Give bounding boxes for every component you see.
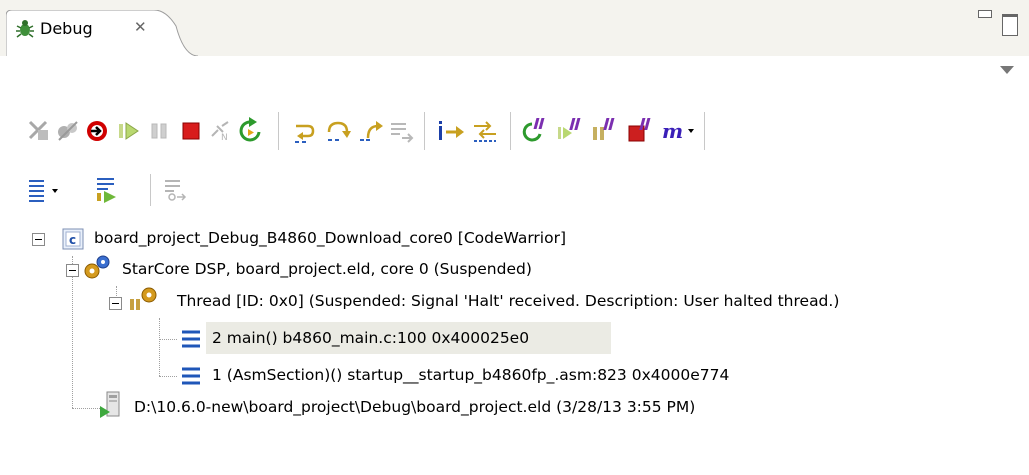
tree-connector: [72, 256, 74, 408]
svg-text:c: c: [69, 233, 76, 247]
connect-icon[interactable]: [84, 118, 110, 144]
toolbar-separator: [510, 112, 511, 150]
svg-text:N: N: [221, 133, 228, 143]
collapse-toggle[interactable]: [66, 264, 79, 277]
step-over-icon[interactable]: [325, 118, 351, 144]
tree-node-frame-asm[interactable]: 1 (AsmSection)() startup__startup_b4860f…: [212, 366, 729, 384]
tree-node-process[interactable]: D:\10.6.0-new\board_project\Debug\board_…: [134, 398, 695, 416]
multicore-restart-icon[interactable]: [590, 116, 616, 142]
step-into-icon[interactable]: [292, 118, 318, 144]
use-step-filters-icon[interactable]: [470, 118, 496, 144]
multicore-resume-icon[interactable]: [520, 116, 546, 142]
debug-view-layout-icon[interactable]: [26, 176, 66, 202]
debug-bug-icon: [14, 18, 36, 40]
suspend-icon[interactable]: [147, 118, 173, 144]
restart-icon[interactable]: [237, 116, 263, 142]
collapse-toggle[interactable]: [109, 297, 122, 310]
tree-node-frame-main[interactable]: 2 main() b4860_main.c:100 0x400025e0: [212, 329, 529, 347]
step-return-icon[interactable]: [358, 118, 384, 144]
tree-node-launch[interactable]: board_project_Debug_B4860_Download_core0…: [94, 229, 566, 247]
tree-connector: [159, 318, 161, 376]
drop-to-frame-icon[interactable]: [388, 118, 414, 144]
tree-node-core[interactable]: StarCore DSP, board_project.eld, core 0 …: [122, 260, 532, 278]
instruction-stepping-icon[interactable]: [436, 118, 464, 144]
tree-node-thread[interactable]: Thread [ID: 0x0] (Suspended: Signal 'Hal…: [177, 292, 839, 310]
remove-all-terminated-icon[interactable]: [55, 118, 81, 144]
svg-text:m: m: [662, 119, 683, 143]
remove-launch-icon[interactable]: [26, 118, 52, 144]
toolbar-separator: [424, 112, 425, 150]
tab-label: Debug: [40, 19, 93, 38]
toolbar-separator: [704, 112, 705, 150]
disconnect-icon[interactable]: N: [207, 118, 233, 144]
tree-connector: [159, 339, 177, 341]
maximize-icon[interactable]: [1002, 14, 1018, 36]
resume-icon[interactable]: [116, 118, 142, 144]
multicore-terminate-icon[interactable]: [626, 116, 652, 142]
multicore-menu-icon[interactable]: m: [660, 116, 700, 143]
tree-connector: [159, 376, 177, 378]
tab-debug[interactable]: Debug ✕: [6, 10, 198, 56]
close-icon[interactable]: ✕: [134, 18, 147, 36]
thread-gears-icon: [127, 285, 161, 317]
gears-icon: [80, 253, 114, 285]
view-menu-chevron-icon[interactable]: [1000, 66, 1014, 74]
tree-connector: [72, 408, 100, 410]
step-into-source-icon[interactable]: [94, 174, 120, 203]
toolbar-separator: [278, 112, 279, 150]
terminate-icon[interactable]: [178, 118, 204, 144]
stack-frame-icon: [180, 366, 202, 390]
process-icon: [98, 390, 128, 424]
stack-frame-icon: [180, 329, 202, 353]
minimize-icon[interactable]: [978, 10, 992, 18]
multicore-suspend-icon[interactable]: [556, 116, 582, 142]
toolbar-separator: [150, 174, 151, 206]
show-full-paths-icon[interactable]: [162, 176, 188, 202]
collapse-toggle[interactable]: [32, 233, 45, 246]
c-project-icon: c: [62, 228, 84, 254]
